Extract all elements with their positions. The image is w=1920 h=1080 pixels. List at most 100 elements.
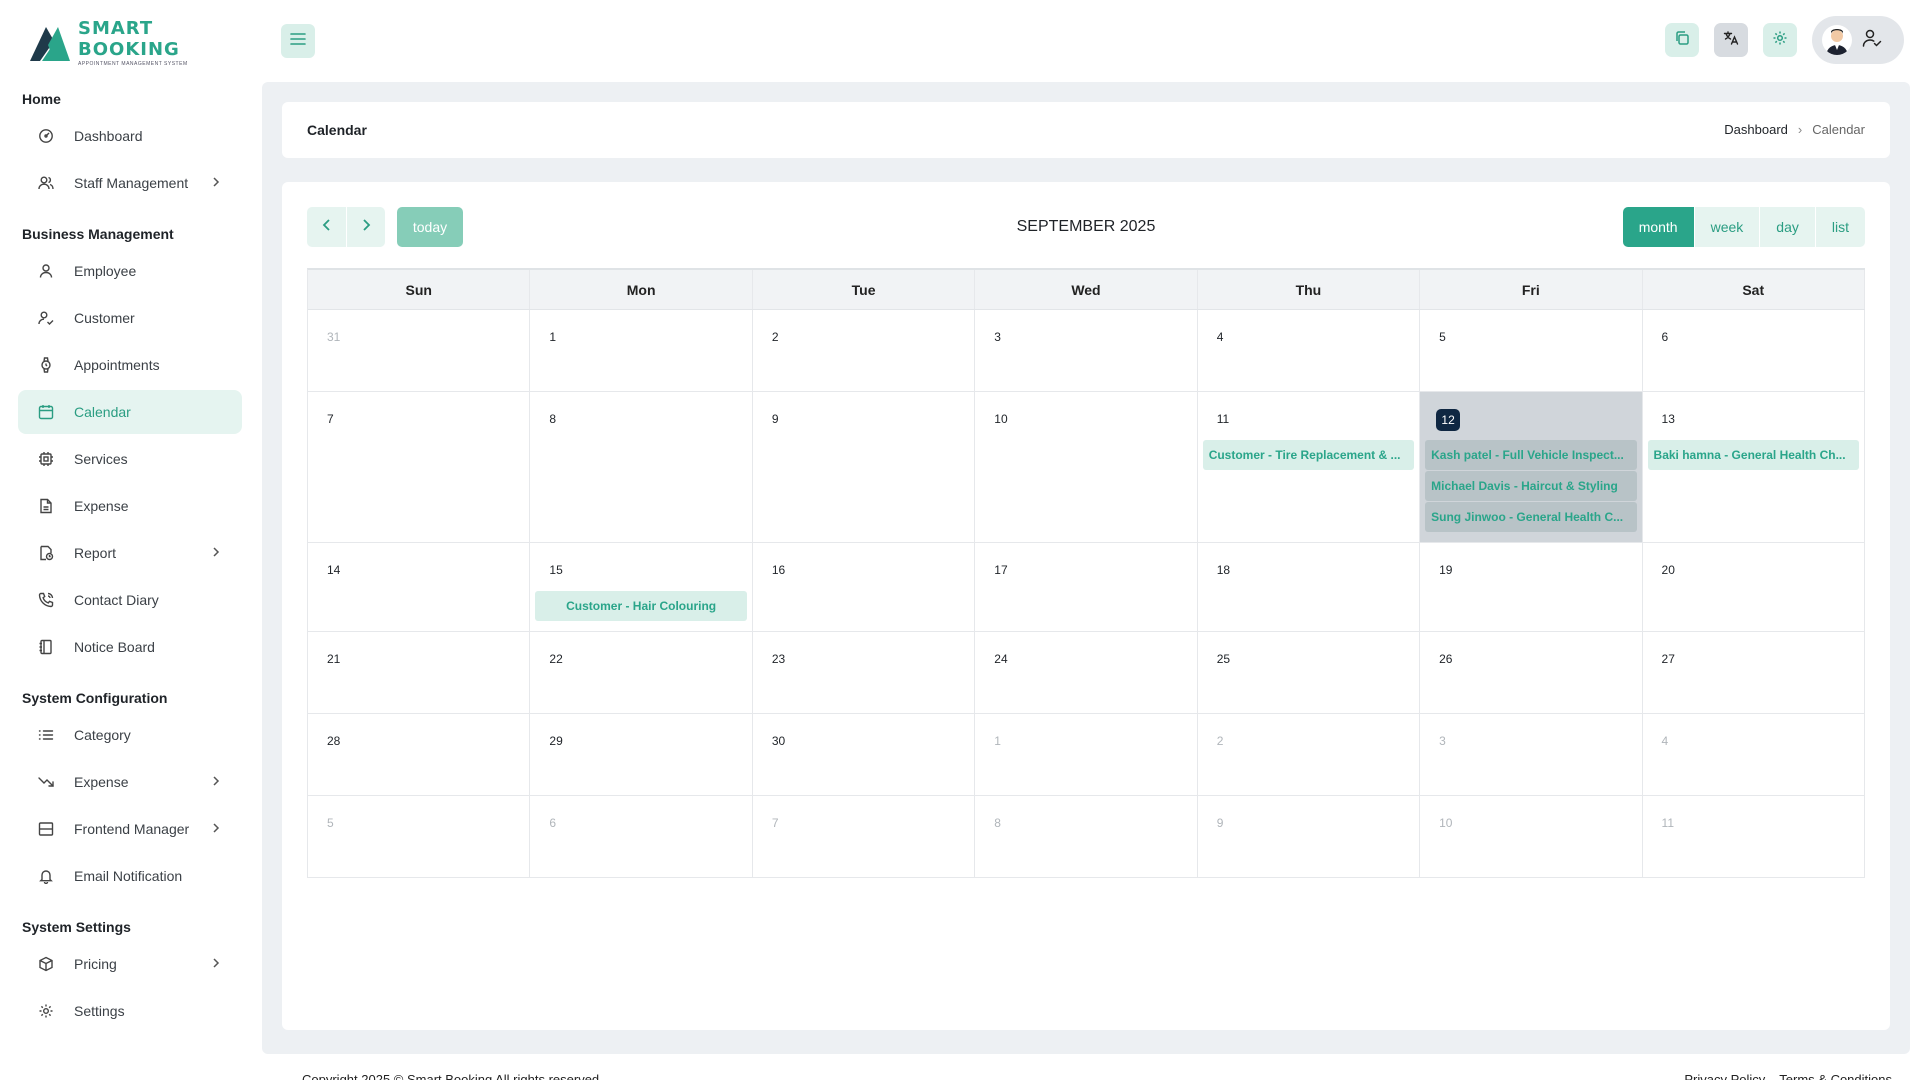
day-number[interactable]: 14 <box>327 563 340 577</box>
day-number[interactable]: 5 <box>327 816 334 830</box>
calendar-day[interactable]: 10 <box>1420 796 1643 877</box>
copy-button[interactable] <box>1665 23 1699 57</box>
sidebar-item-employee[interactable]: Employee <box>18 249 242 293</box>
calendar-day[interactable]: 8 <box>530 392 753 542</box>
day-number[interactable]: 8 <box>549 412 556 426</box>
calendar-day[interactable]: 9 <box>753 392 976 542</box>
day-number[interactable]: 12 <box>1436 409 1461 431</box>
calendar-day[interactable]: 20 <box>1643 543 1865 631</box>
calendar-event[interactable]: Customer - Tire Replacement & ... <box>1202 440 1415 470</box>
translate-button[interactable] <box>1714 23 1748 57</box>
calendar-day[interactable]: 2 <box>1198 714 1421 795</box>
day-number[interactable]: 4 <box>1662 734 1669 748</box>
day-number[interactable]: 6 <box>1662 330 1669 344</box>
calendar-day[interactable]: 29 <box>530 714 753 795</box>
sidebar-item-expense[interactable]: Expense <box>18 484 242 528</box>
day-number[interactable]: 15 <box>549 563 562 577</box>
calendar-day[interactable]: 7 <box>308 392 531 542</box>
sidebar-item-calendar[interactable]: Calendar <box>18 390 242 434</box>
sidebar-item-expense-config[interactable]: Expense <box>18 760 242 804</box>
calendar-day[interactable]: 27 <box>1643 632 1865 713</box>
settings-button[interactable] <box>1763 23 1797 57</box>
menu-toggle-button[interactable] <box>281 24 315 58</box>
day-number[interactable]: 3 <box>1439 734 1446 748</box>
day-number[interactable]: 9 <box>772 412 779 426</box>
day-number[interactable]: 28 <box>327 734 340 748</box>
day-number[interactable]: 11 <box>1217 412 1229 426</box>
breadcrumb-dashboard-link[interactable]: Dashboard <box>1724 102 1788 158</box>
day-number[interactable]: 11 <box>1662 816 1674 830</box>
view-list-button[interactable]: list <box>1814 207 1865 247</box>
brand-logo[interactable]: SMART BOOKING APPOINTMENT MANAGEMENT SYS… <box>28 18 260 67</box>
day-number[interactable]: 10 <box>994 412 1007 426</box>
day-number[interactable]: 8 <box>994 816 1001 830</box>
calendar-day[interactable]: 6 <box>1643 310 1865 391</box>
calendar-day[interactable]: 1 <box>975 714 1198 795</box>
sidebar-item-frontend-manager[interactable]: Frontend Manager <box>18 807 242 851</box>
day-number[interactable]: 27 <box>1662 652 1675 666</box>
view-month-button[interactable]: month <box>1622 207 1694 247</box>
day-number[interactable]: 21 <box>327 652 340 666</box>
sidebar-item-category[interactable]: Category <box>18 713 242 757</box>
day-number[interactable]: 6 <box>549 816 556 830</box>
day-number[interactable]: 22 <box>549 652 562 666</box>
calendar-day[interactable]: 4 <box>1643 714 1865 795</box>
calendar-day-today[interactable]: 12 Kash patel - Full Vehicle Inspect... Mi… <box>1420 392 1643 542</box>
day-number[interactable]: 19 <box>1439 563 1452 577</box>
calendar-day[interactable]: 24 <box>975 632 1198 713</box>
calendar-day[interactable]: 25 <box>1198 632 1421 713</box>
calendar-day[interactable]: 11 Customer - Tire Replacement & ... <box>1198 392 1421 542</box>
calendar-day[interactable]: 21 <box>308 632 531 713</box>
calendar-day[interactable]: 3 <box>1420 714 1643 795</box>
day-number[interactable]: 4 <box>1217 330 1224 344</box>
calendar-event[interactable]: Customer - Hair Colouring <box>535 591 747 621</box>
day-number[interactable]: 7 <box>327 412 334 426</box>
sidebar-item-customer[interactable]: Customer <box>18 296 242 340</box>
day-number[interactable]: 16 <box>772 563 785 577</box>
sidebar-item-dashboard[interactable]: Dashboard <box>18 114 242 158</box>
calendar-event[interactable]: Kash patel - Full Vehicle Inspect... <box>1425 440 1637 470</box>
sidebar-item-appointments[interactable]: Appointments <box>18 343 242 387</box>
sidebar-item-report[interactable]: Report <box>18 531 242 575</box>
calendar-day[interactable]: 3 <box>975 310 1198 391</box>
terms-link[interactable]: Terms & Conditions <box>1779 1072 1892 1080</box>
day-number[interactable]: 30 <box>772 734 785 748</box>
calendar-day[interactable]: 23 <box>753 632 976 713</box>
day-number[interactable]: 2 <box>1217 734 1224 748</box>
sidebar-item-settings[interactable]: Settings <box>18 989 242 1033</box>
calendar-day[interactable]: 1 <box>530 310 753 391</box>
day-number[interactable]: 1 <box>549 330 556 344</box>
day-number[interactable]: 10 <box>1439 816 1452 830</box>
sidebar-item-notice-board[interactable]: Notice Board <box>18 625 242 669</box>
user-menu[interactable] <box>1812 16 1904 64</box>
day-number[interactable]: 3 <box>994 330 1001 344</box>
calendar-day[interactable]: 17 <box>975 543 1198 631</box>
sidebar-item-email-notification[interactable]: Email Notification <box>18 854 242 898</box>
calendar-day[interactable]: 13 Baki hamna - General Health Ch... <box>1643 392 1865 542</box>
sidebar-item-pricing[interactable]: Pricing <box>18 942 242 986</box>
calendar-day[interactable]: 6 <box>530 796 753 877</box>
view-day-button[interactable]: day <box>1759 207 1815 247</box>
sidebar-item-contact-diary[interactable]: Contact Diary <box>18 578 242 622</box>
calendar-day[interactable]: 18 <box>1198 543 1421 631</box>
calendar-day[interactable]: 19 <box>1420 543 1643 631</box>
calendar-day[interactable]: 10 <box>975 392 1198 542</box>
day-number[interactable]: 18 <box>1217 563 1230 577</box>
calendar-day[interactable]: 22 <box>530 632 753 713</box>
calendar-event[interactable]: Michael Davis - Haircut & Styling <box>1425 471 1637 501</box>
day-number[interactable]: 23 <box>772 652 785 666</box>
calendar-day[interactable]: 8 <box>975 796 1198 877</box>
day-number[interactable]: 7 <box>772 816 779 830</box>
day-number[interactable]: 24 <box>994 652 1007 666</box>
calendar-day[interactable]: 15 Customer - Hair Colouring <box>530 543 753 631</box>
calendar-day[interactable]: 11 <box>1643 796 1865 877</box>
calendar-day[interactable]: 26 <box>1420 632 1643 713</box>
day-number[interactable]: 2 <box>772 330 779 344</box>
day-number[interactable]: 29 <box>549 734 562 748</box>
calendar-day[interactable]: 30 <box>753 714 976 795</box>
calendar-day[interactable]: 4 <box>1198 310 1421 391</box>
calendar-day[interactable]: 7 <box>753 796 976 877</box>
day-number[interactable]: 13 <box>1662 412 1675 426</box>
calendar-day[interactable]: 5 <box>308 796 531 877</box>
day-number[interactable]: 1 <box>994 734 1001 748</box>
